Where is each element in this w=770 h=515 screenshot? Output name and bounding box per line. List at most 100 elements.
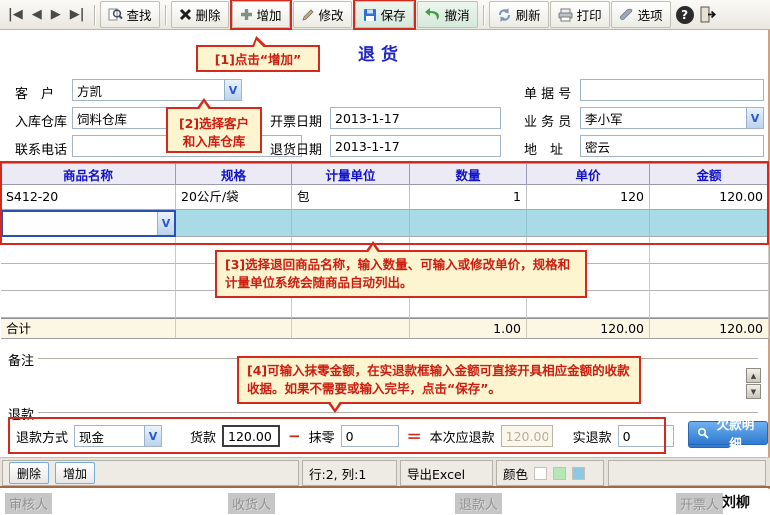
col-header-unit[interactable]: 计量单位 <box>292 163 410 185</box>
cell-price[interactable] <box>527 210 650 237</box>
col-header-spec[interactable]: 规格 <box>176 163 292 185</box>
page-title: 退货 <box>358 40 404 65</box>
options-label: 选项 <box>638 5 663 24</box>
invoicer-stamp: 开票人 <box>676 493 723 514</box>
scroll-up-icon[interactable]: ▲ <box>746 368 761 383</box>
cell-qty[interactable] <box>410 210 527 237</box>
row-add-button[interactable]: 增加 <box>55 462 95 484</box>
payment-input[interactable] <box>222 425 280 447</box>
cell-amount[interactable]: 120.00 <box>650 185 769 210</box>
signature-footer: 审核人 收货人 退款人 开票人 刘柳 <box>0 489 770 515</box>
chevron-down-icon[interactable]: V <box>144 426 161 446</box>
nav-next-button[interactable]: ▶ <box>47 5 65 24</box>
col-header-qty[interactable]: 数量 <box>410 163 527 185</box>
invoice-date-input[interactable] <box>330 107 501 129</box>
refund-method-combobox[interactable]: 现金 V <box>74 425 162 447</box>
undo-button[interactable]: 撤消 <box>417 1 478 28</box>
export-excel-box: 导出Excel <box>400 460 493 486</box>
col-header-amount[interactable]: 金额 <box>650 163 769 185</box>
cell-spec[interactable]: 20公斤/袋 <box>176 185 292 210</box>
delete-x-icon <box>179 8 192 21</box>
print-button[interactable]: 打印 <box>550 1 610 28</box>
doc-no-input[interactable] <box>580 79 764 101</box>
warehouse-label: 入库仓库 <box>15 111 67 130</box>
toolbar-separator <box>165 5 166 25</box>
cell-unit[interactable]: 包 <box>292 185 410 210</box>
delete-button[interactable]: 删除 <box>171 1 229 28</box>
table-total-row: 合计 1.00 120.00 120.00 <box>1 318 769 339</box>
scroll-down-icon[interactable]: ▼ <box>746 384 761 399</box>
cell-spec[interactable] <box>176 210 292 237</box>
color-legend-box: 颜色 <box>496 460 604 486</box>
options-button[interactable]: 选项 <box>611 1 671 28</box>
pencil-icon <box>301 8 315 22</box>
modify-button[interactable]: 修改 <box>293 1 352 28</box>
product-select-combobox[interactable]: V <box>1 210 176 237</box>
nav-first-button[interactable]: |◀ <box>4 5 27 24</box>
refresh-icon <box>497 8 512 22</box>
cell-unit[interactable] <box>292 210 410 237</box>
grid-header-row: 商品名称 规格 计量单位 数量 单价 金额 <box>1 163 769 185</box>
chevron-down-icon[interactable]: V <box>224 80 241 100</box>
actual-refund-label: 实退款 <box>573 427 612 446</box>
undo-arrow-icon <box>425 8 441 21</box>
salesman-label: 业 务 员 <box>524 111 571 130</box>
actual-refund-input[interactable] <box>618 425 674 447</box>
statusbar-empty-box <box>608 460 766 486</box>
total-unit <box>292 318 410 339</box>
chevron-down-icon[interactable]: V <box>746 108 763 128</box>
refresh-button[interactable]: 刷新 <box>489 1 549 28</box>
empty-cell[interactable] <box>650 291 769 318</box>
delete-label: 删除 <box>196 5 221 24</box>
help-button[interactable]: ? <box>676 6 694 24</box>
row-delete-button[interactable]: 删除 <box>9 462 49 484</box>
save-button[interactable]: 保存 <box>355 1 414 28</box>
rounding-input[interactable] <box>341 425 399 447</box>
remarks-section-label: 备注 <box>8 350 38 369</box>
empty-cell[interactable] <box>650 264 769 291</box>
receiver-stamp: 收货人 <box>228 493 275 514</box>
table-row-editing[interactable]: V <box>1 210 769 237</box>
return-date-input[interactable] <box>330 135 501 157</box>
find-button[interactable]: 查找 <box>100 1 160 28</box>
cell-product[interactable]: S412-20 <box>1 185 176 210</box>
exit-door-button[interactable] <box>699 6 716 23</box>
nav-prev-button[interactable]: ◀ <box>28 5 46 24</box>
toolbar: |◀ ◀ ▶ ▶| 查找 删除 增加 修改 保存 撤消 刷新 打 <box>0 0 770 30</box>
color-legend-label: 颜色 <box>503 464 528 483</box>
cell-price[interactable]: 120 <box>527 185 650 210</box>
cell-qty[interactable]: 1 <box>410 185 527 210</box>
rounding-label: 抹零 <box>309 427 335 446</box>
color-swatch-blue <box>572 467 585 480</box>
cell-amount[interactable] <box>650 210 769 237</box>
empty-cell[interactable] <box>650 237 769 264</box>
address-input[interactable] <box>580 135 764 157</box>
nav-last-button[interactable]: ▶| <box>66 5 89 24</box>
empty-cell[interactable] <box>1 237 176 264</box>
modify-label: 修改 <box>319 5 344 24</box>
status-bar: 删除 增加 行:2, 列:1 导出Excel 颜色 <box>0 457 770 488</box>
callout-step2: [2]选择客户 和入库仓库 <box>166 107 262 153</box>
refund-due-input <box>501 425 553 447</box>
empty-cell[interactable] <box>1 264 176 291</box>
debt-detail-button[interactable]: 欠款明细 <box>688 421 768 445</box>
customer-combobox[interactable]: 方凯 V <box>72 79 242 101</box>
payment-label: 货款 <box>190 427 216 446</box>
refunder-stamp: 退款人 <box>455 493 502 514</box>
col-header-price[interactable]: 单价 <box>527 163 650 185</box>
callout-step2-text: [2]选择客户 和入库仓库 <box>179 116 249 149</box>
empty-cell[interactable] <box>1 291 176 318</box>
callout-step3-text: [3]选择退回商品名称，输入数量、可输入或修改单价，规格和计量单位系统会随商品自… <box>225 257 570 290</box>
undo-label: 撤消 <box>445 5 470 24</box>
callout-step4-text: [4]可输入抹零金额，在实退款框输入金额可直接开具相应金额的收款收据。如果不需要… <box>247 363 630 396</box>
address-label: 地 址 <box>524 139 563 158</box>
return-date-label: 退货日期 <box>270 139 322 158</box>
table-row[interactable]: S412-20 20公斤/袋 包 1 120 120.00 <box>1 185 769 210</box>
col-header-product[interactable]: 商品名称 <box>1 163 176 185</box>
salesman-combobox[interactable]: 李小军 V <box>580 107 764 129</box>
chevron-down-icon[interactable]: V <box>157 212 174 235</box>
add-button[interactable]: 增加 <box>232 1 290 28</box>
callout-arrow <box>198 102 210 111</box>
callout-arrow <box>367 245 379 254</box>
export-excel-link[interactable]: 导出Excel <box>407 464 465 483</box>
